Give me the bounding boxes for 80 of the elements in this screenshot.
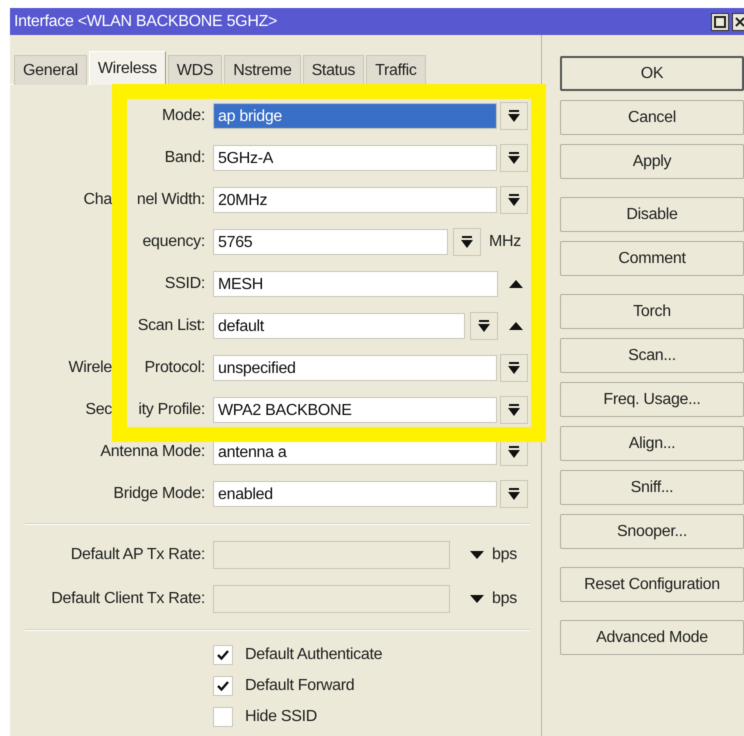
rate-field[interactable]	[213, 585, 450, 613]
tab[interactable]: Traffic	[366, 55, 426, 85]
checkbox[interactable]	[213, 676, 233, 696]
field-label: Band:	[164, 149, 205, 167]
field-label: Scan List:	[138, 317, 205, 335]
dropdown-button[interactable]	[500, 396, 528, 424]
dropdown-field[interactable]: default	[213, 313, 465, 339]
tab[interactable]: Status	[302, 55, 364, 85]
text-field[interactable]: MESH	[213, 271, 498, 297]
field-label: Default Client Tx Rate:	[51, 590, 205, 608]
field-label: Wirele	[67, 359, 112, 377]
dropdown-arrow-icon	[508, 362, 520, 374]
dropdown-button[interactable]	[470, 312, 498, 340]
dropdown-button[interactable]	[500, 186, 528, 214]
field-label: SSID:	[164, 275, 205, 293]
dropdown-arrow-icon	[508, 194, 520, 206]
dropdown-field[interactable]: WPA2 BACKBONE	[213, 397, 497, 423]
dropdown-arrow-icon	[508, 152, 520, 164]
checkmark-icon	[217, 650, 229, 660]
checkmark-icon	[217, 680, 229, 690]
dropdown-button[interactable]	[500, 102, 528, 130]
field-label: Cha	[82, 191, 112, 209]
collapse-arrow-icon[interactable]	[509, 280, 523, 288]
close-icon[interactable]	[732, 12, 744, 30]
dropdown-arrow-icon	[508, 110, 520, 122]
dropdown-arrow-icon	[508, 488, 520, 500]
dialog-button[interactable]: Scan...	[560, 338, 744, 373]
checkbox-label: Hide SSID	[245, 708, 317, 726]
tab[interactable]: General	[14, 55, 87, 85]
dialog-button[interactable]: Apply	[560, 144, 744, 179]
checkbox-label: Default Forward	[245, 676, 354, 694]
unit-label: bps	[492, 546, 517, 564]
tab[interactable]: Wireless	[88, 51, 166, 85]
dialog-button[interactable]: Torch	[560, 294, 744, 329]
tab[interactable]: WDS	[168, 55, 222, 85]
dropdown-field[interactable]: 5765	[213, 229, 448, 255]
dropdown-arrow-icon	[508, 446, 520, 458]
field-label: Antenna Mode:	[100, 443, 205, 461]
dropdown-button[interactable]	[500, 144, 528, 172]
dropdown-field[interactable]: 20MHz	[213, 187, 497, 213]
dropdown-arrow-icon	[478, 320, 490, 332]
unit-label: MHz	[489, 233, 521, 251]
dropdown-arrow-icon	[461, 236, 473, 248]
dialog-button[interactable]: Disable	[560, 197, 744, 232]
collapse-arrow-icon[interactable]	[509, 322, 523, 330]
dropdown-button[interactable]	[500, 480, 528, 508]
dropdown-field[interactable]: unspecified	[213, 355, 497, 381]
checkbox[interactable]	[213, 644, 233, 664]
dropdown-button[interactable]	[500, 354, 528, 382]
dropdown-arrow-icon[interactable]	[470, 551, 484, 559]
dialog-button[interactable]: Align...	[560, 426, 744, 461]
dropdown-arrow-icon[interactable]	[470, 595, 484, 603]
dropdown-field[interactable]: enabled	[213, 481, 497, 507]
field-label: Mode:	[162, 107, 205, 125]
dialog-button[interactable]: Comment	[560, 241, 744, 276]
dialog-button[interactable]: Snooper...	[560, 514, 744, 549]
dropdown-button[interactable]	[453, 228, 481, 256]
dropdown-arrow-icon	[508, 404, 520, 416]
maximize-icon[interactable]	[711, 12, 729, 30]
field-label: nel Width:	[136, 191, 205, 209]
dialog-button[interactable]: Cancel	[560, 100, 744, 135]
window-title: Interface <WLAN BACKBONE 5GHZ>	[14, 12, 278, 30]
dropdown-field[interactable]: ap bridge	[213, 103, 497, 129]
dialog-button[interactable]: Reset Configuration	[560, 567, 744, 602]
dialog-button[interactable]: Sniff...	[560, 470, 744, 505]
dialog-button[interactable]: OK	[560, 56, 744, 91]
rate-field[interactable]	[213, 541, 450, 569]
field-label: Bridge Mode:	[113, 485, 205, 503]
checkbox[interactable]	[213, 706, 233, 726]
field-label: Default AP Tx Rate:	[70, 546, 205, 564]
field-label: ity Profile:	[137, 401, 205, 419]
checkbox-label: Default Authenticate	[245, 646, 382, 664]
field-label: Protocol:	[144, 359, 205, 377]
dialog-button[interactable]: Advanced Mode	[560, 620, 744, 655]
dropdown-field[interactable]: 5GHz-A	[213, 145, 497, 171]
field-label: equency:	[142, 233, 205, 251]
dialog-button[interactable]: Freq. Usage...	[560, 382, 744, 417]
unit-label: bps	[492, 590, 517, 608]
field-label: Sec	[84, 401, 112, 419]
tab[interactable]: Nstreme	[224, 55, 301, 85]
